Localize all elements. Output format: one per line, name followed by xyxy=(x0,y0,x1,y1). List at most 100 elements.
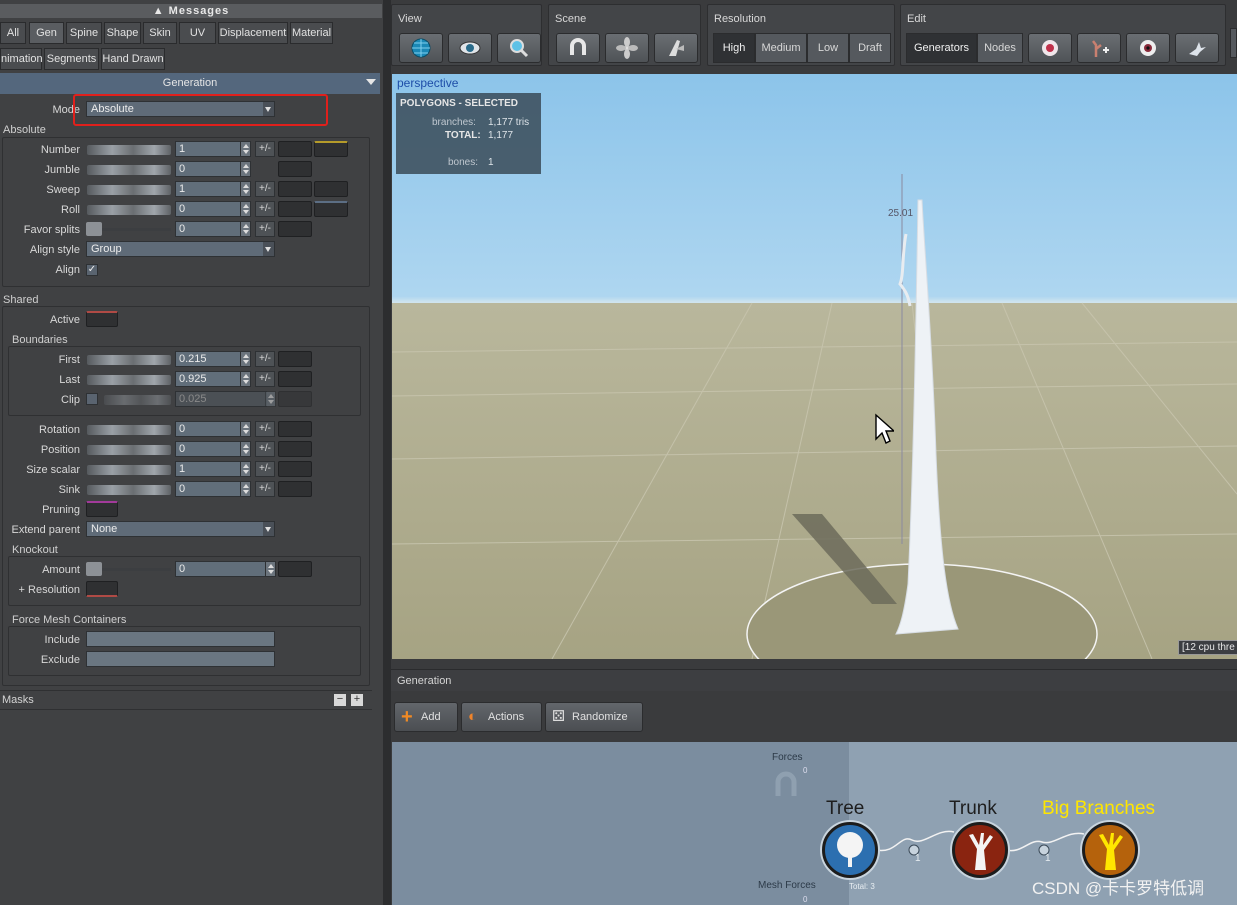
pruning-color-swatch[interactable] xyxy=(86,501,118,517)
leaf-icon[interactable] xyxy=(1028,33,1072,63)
rotation-field[interactable]: 0 xyxy=(175,421,241,437)
masks-bar[interactable]: Masks − + xyxy=(0,690,372,710)
eye-orbit-icon[interactable] xyxy=(448,33,492,63)
tab-material[interactable]: Material xyxy=(290,22,333,44)
number-curve-swatch[interactable] xyxy=(278,141,312,157)
rotation-plusminus-button[interactable]: +/- xyxy=(255,421,275,437)
sweep-color-swatch[interactable] xyxy=(314,181,348,197)
jumble-spinner[interactable] xyxy=(240,161,251,177)
node-graph[interactable]: Forces 0 Mesh Forces 0 1 1 Tree Total: 3… xyxy=(392,742,1237,905)
number-plusminus-button[interactable]: +/- xyxy=(255,141,275,157)
tab-hand-drawn[interactable]: Hand Drawn xyxy=(101,48,165,70)
clip-field[interactable]: 0.025 xyxy=(175,391,267,407)
tab-animation[interactable]: nimation xyxy=(0,48,43,70)
first-curve-swatch[interactable] xyxy=(278,351,312,367)
clip-checkbox[interactable] xyxy=(86,393,98,405)
rotation-slider[interactable] xyxy=(87,425,171,435)
trunk-node[interactable] xyxy=(952,822,1008,878)
tab-spine[interactable]: Spine xyxy=(66,22,102,44)
favor-splits-knob[interactable] xyxy=(86,222,102,236)
number-spinner[interactable] xyxy=(240,141,251,157)
sweep-curve-swatch[interactable] xyxy=(278,181,312,197)
rotation-curve-swatch[interactable] xyxy=(278,421,312,437)
add-button[interactable]: + Add xyxy=(394,702,458,732)
sweep-field[interactable]: 1 xyxy=(175,181,241,197)
roll-field[interactable]: 0 xyxy=(175,201,241,217)
favor-splits-spinner[interactable] xyxy=(240,221,251,237)
roll-slider[interactable] xyxy=(87,205,171,215)
last-slider[interactable] xyxy=(87,375,171,385)
3d-viewport[interactable]: perspective POLYGONS - SELECTED branches… xyxy=(392,74,1237,659)
randomize-button[interactable]: ⚄ Randomize xyxy=(545,702,643,732)
jumble-curve-swatch[interactable] xyxy=(278,161,312,177)
jumble-field[interactable]: 0 xyxy=(175,161,241,177)
clip-slider[interactable] xyxy=(104,395,171,405)
tab-uv[interactable]: UV xyxy=(179,22,216,44)
tab-all[interactable]: All xyxy=(0,22,26,44)
tab-skin[interactable]: Skin xyxy=(143,22,177,44)
resolution-high-button[interactable]: High xyxy=(713,33,755,63)
resolution-draft-button[interactable]: Draft xyxy=(849,33,891,63)
extend-parent-dropdown[interactable]: None xyxy=(86,521,275,537)
resolution-low-button[interactable]: Low xyxy=(807,33,849,63)
bird-icon[interactable] xyxy=(1175,33,1219,63)
eye-icon[interactable] xyxy=(1126,33,1170,63)
roll-curve-swatch[interactable] xyxy=(278,201,312,217)
resolution-color-swatch[interactable] xyxy=(86,581,118,597)
roll-plusminus-button[interactable]: +/- xyxy=(255,201,275,217)
minus-icon[interactable]: − xyxy=(334,694,346,706)
globe-icon[interactable] xyxy=(399,33,443,63)
last-field[interactable]: 0.925 xyxy=(175,371,241,387)
active-color-swatch[interactable] xyxy=(86,311,118,327)
last-spinner[interactable] xyxy=(240,371,251,387)
edit-generators-button[interactable]: Generators xyxy=(906,33,977,63)
align-style-dropdown[interactable]: Group xyxy=(86,241,275,257)
amount-spinner[interactable] xyxy=(265,561,276,577)
favor-splits-field[interactable]: 0 xyxy=(175,221,241,237)
position-plusminus-button[interactable]: +/- xyxy=(255,441,275,457)
align-checkbox[interactable]: ✓ xyxy=(86,264,98,276)
position-curve-swatch[interactable] xyxy=(278,441,312,457)
amount-knob[interactable] xyxy=(86,562,102,576)
messages-bar[interactable]: ▲ Messages xyxy=(0,4,382,18)
clip-spinner[interactable] xyxy=(265,391,276,407)
panel-splitter[interactable] xyxy=(383,0,391,905)
plus-icon[interactable]: + xyxy=(351,694,363,706)
first-spinner[interactable] xyxy=(240,351,251,367)
sink-slider[interactable] xyxy=(87,485,171,495)
first-plusminus-button[interactable]: +/- xyxy=(255,351,275,367)
clip-curve-swatch[interactable] xyxy=(278,391,312,407)
collapse-arrow-icon[interactable] xyxy=(366,79,376,85)
add-branch-icon[interactable] xyxy=(1077,33,1121,63)
first-field[interactable]: 0.215 xyxy=(175,351,241,367)
generation-header[interactable]: Generation xyxy=(0,73,380,94)
size-scalar-field[interactable]: 1 xyxy=(175,461,241,477)
number-slider[interactable] xyxy=(87,145,171,155)
roll-color-swatch[interactable] xyxy=(314,201,348,217)
include-field[interactable] xyxy=(86,631,275,647)
first-slider[interactable] xyxy=(87,355,171,365)
size-scalar-slider[interactable] xyxy=(87,465,171,475)
favor-splits-plusminus-button[interactable]: +/- xyxy=(255,221,275,237)
sweep-spinner[interactable] xyxy=(240,181,251,197)
big-branches-node[interactable] xyxy=(1082,822,1138,878)
last-plusminus-button[interactable]: +/- xyxy=(255,371,275,387)
fan-icon[interactable] xyxy=(605,33,649,63)
position-field[interactable]: 0 xyxy=(175,441,241,457)
tab-shape[interactable]: Shape xyxy=(104,22,141,44)
size-scalar-spinner[interactable] xyxy=(240,461,251,477)
jumble-slider[interactable] xyxy=(87,165,171,175)
amount-curve-swatch[interactable] xyxy=(278,561,312,577)
sink-field[interactable]: 0 xyxy=(175,481,241,497)
tree-node[interactable] xyxy=(822,822,878,878)
exclude-field[interactable] xyxy=(86,651,275,667)
sweep-plusminus-button[interactable]: +/- xyxy=(255,181,275,197)
toolbar-overflow-button[interactable] xyxy=(1230,28,1237,58)
roll-spinner[interactable] xyxy=(240,201,251,217)
position-spinner[interactable] xyxy=(240,441,251,457)
tab-gen[interactable]: Gen xyxy=(29,22,64,44)
wind-cone-icon[interactable] xyxy=(654,33,698,63)
favor-splits-curve-swatch[interactable] xyxy=(278,221,312,237)
last-curve-swatch[interactable] xyxy=(278,371,312,387)
rotation-spinner[interactable] xyxy=(240,421,251,437)
